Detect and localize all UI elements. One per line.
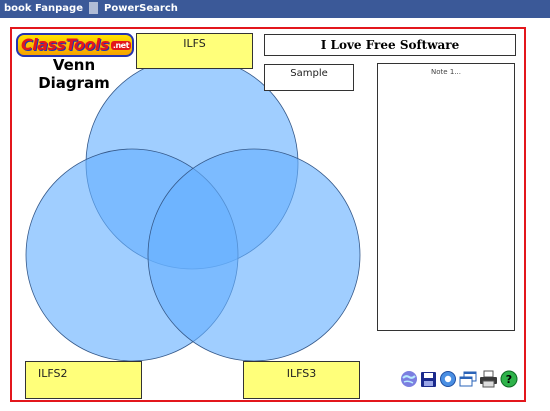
- logo-suffix: .net: [110, 40, 131, 50]
- venn-title-line1: Venn: [52, 56, 96, 74]
- venn-circle-right[interactable]: [147, 148, 361, 362]
- note-box[interactable]: Note 1...: [377, 63, 515, 331]
- diagram-title-box[interactable]: I Love Free Software: [264, 34, 516, 56]
- venn-diagram-title: Venn Diagram: [22, 56, 126, 92]
- svg-text:?: ?: [506, 373, 512, 386]
- venn-title-line2: Diagram: [38, 74, 110, 92]
- globe-icon[interactable]: [400, 370, 418, 388]
- circle1-label-box[interactable]: ILFS: [136, 33, 253, 69]
- logo-text: ClassTools: [21, 35, 109, 54]
- help-icon[interactable]: ?: [500, 370, 518, 388]
- classtools-logo[interactable]: ClassTools .net: [16, 33, 134, 57]
- save-icon[interactable]: [420, 371, 437, 388]
- toolbar-icons: ?: [400, 368, 518, 390]
- circle3-label-box[interactable]: ILFS3: [243, 361, 360, 399]
- settings-icon[interactable]: [439, 370, 457, 388]
- sample-box[interactable]: Sample: [264, 64, 354, 91]
- windows-icon[interactable]: [459, 370, 477, 388]
- circle2-label-box[interactable]: ILFS2: [25, 361, 142, 399]
- print-icon[interactable]: [479, 370, 498, 388]
